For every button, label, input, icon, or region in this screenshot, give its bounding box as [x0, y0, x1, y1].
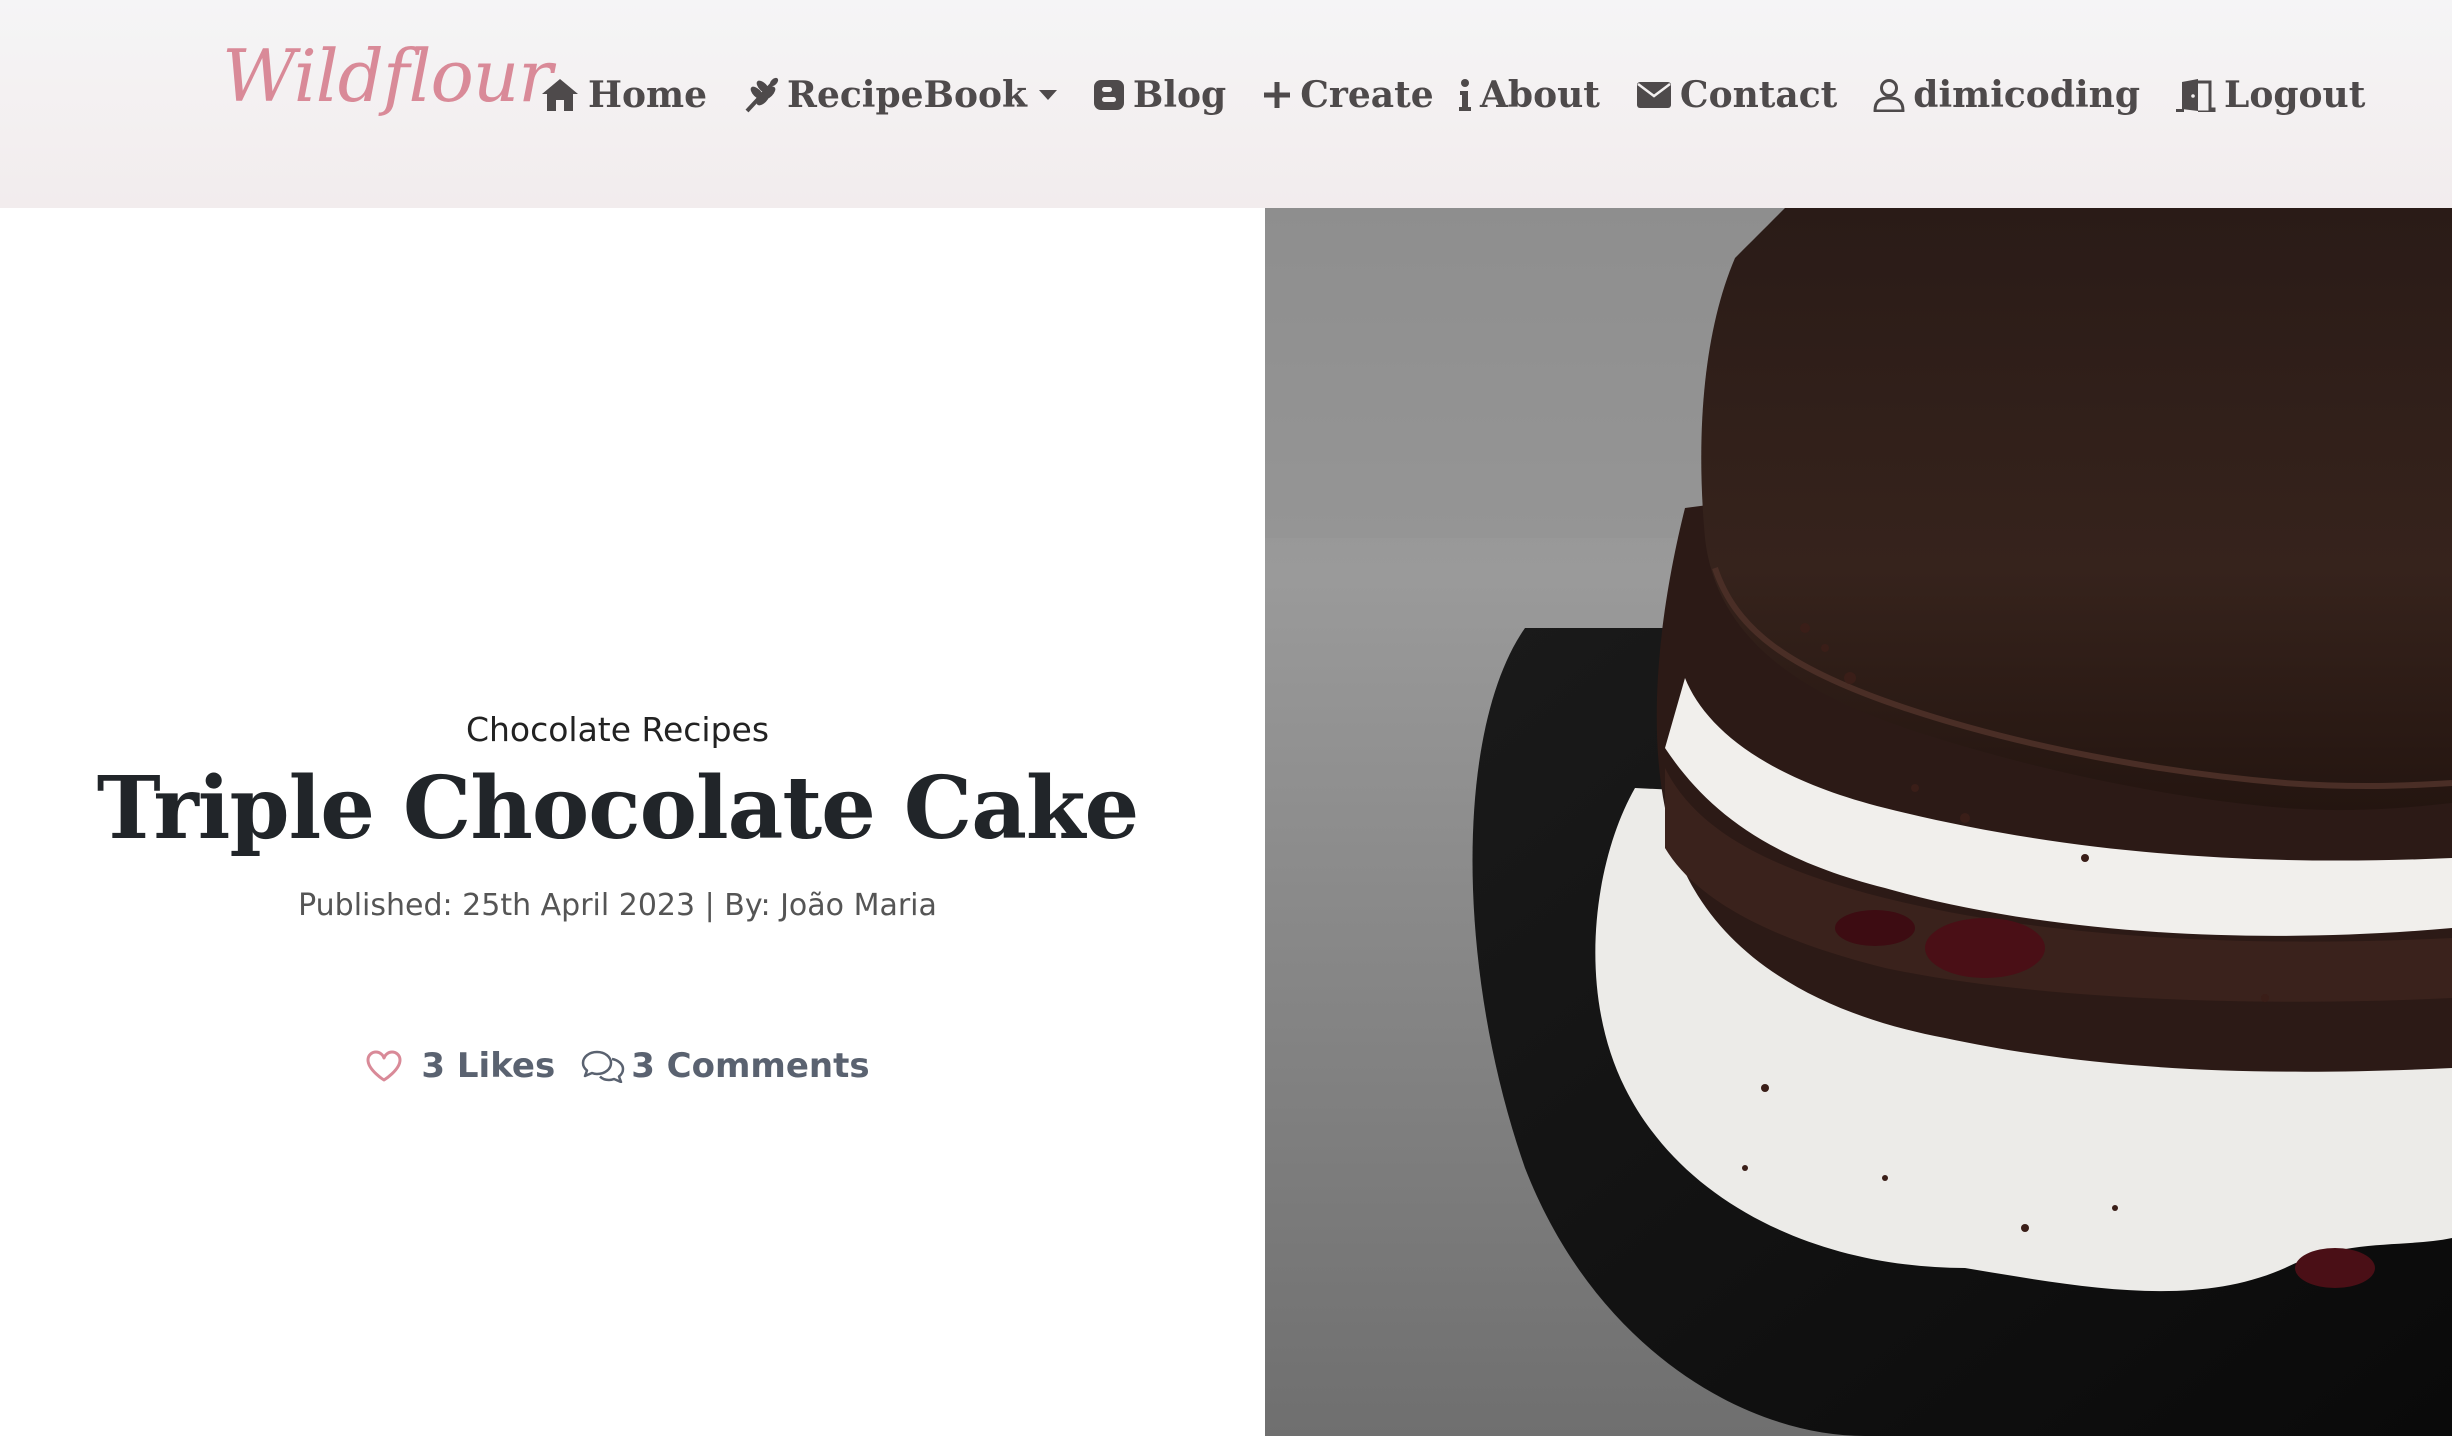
nav-home-label: Home [588, 74, 708, 116]
door-icon [2176, 79, 2216, 112]
nav-about[interactable]: About [1458, 74, 1600, 116]
post-category[interactable]: Chocolate Recipes [0, 710, 1235, 749]
nav-right: About Contact dimicoding Logout [1458, 74, 2365, 116]
chevron-down-icon [1038, 90, 1057, 100]
post-title: Triple Chocolate Cake [96, 758, 1140, 859]
home-icon [542, 79, 578, 111]
info-icon [1459, 79, 1471, 111]
envelope-icon [1636, 82, 1671, 108]
blogger-icon [1093, 80, 1124, 110]
nav-home[interactable]: Home [540, 74, 707, 116]
nav-create-label: Create [1300, 74, 1434, 116]
nav-blog-label: Blog [1132, 74, 1227, 116]
comments-link[interactable]: 3 Comments [581, 1046, 870, 1086]
nav-user-label: dimicoding [1913, 74, 2141, 116]
nav-create[interactable]: Create [1262, 74, 1434, 116]
comments-icon [581, 1050, 625, 1083]
nav-logout[interactable]: Logout [2176, 74, 2365, 116]
plus-icon [1264, 82, 1291, 108]
nav-logout-label: Logout [2224, 74, 2366, 116]
cake-illustration [1265, 208, 2452, 1436]
nav-contact-label: Contact [1679, 74, 1838, 116]
brand-logo[interactable]: Wildflour [222, 40, 553, 112]
nav-left: Home RecipeBook Blog Create [540, 74, 1434, 116]
wheat-icon [745, 77, 779, 113]
nav-user[interactable]: dimicoding [1873, 74, 2140, 116]
post-stats: 3 Likes 3 Comments [0, 1046, 1235, 1086]
nav-recipebook[interactable]: RecipeBook [743, 74, 1057, 116]
heart-icon [366, 1050, 402, 1082]
post-header: Chocolate Recipes Triple Chocolate Cake … [0, 208, 1265, 1436]
nav-contact[interactable]: Contact [1636, 74, 1837, 116]
likes-count: 3 Likes [421, 1046, 556, 1086]
like-button[interactable]: 3 Likes [365, 1046, 555, 1086]
comments-count: 3 Comments [631, 1046, 870, 1086]
nav-blog[interactable]: Blog [1093, 74, 1226, 116]
navbar: Wildflour Home RecipeBook Blog Create Ab… [0, 0, 2452, 208]
nav-about-label: About [1480, 74, 1600, 116]
user-icon [1873, 79, 1905, 112]
nav-recipebook-label: RecipeBook [787, 74, 1027, 116]
post-meta: Published: 25th April 2023 | By: João Ma… [298, 888, 937, 923]
cake-photo [1265, 208, 2452, 1436]
